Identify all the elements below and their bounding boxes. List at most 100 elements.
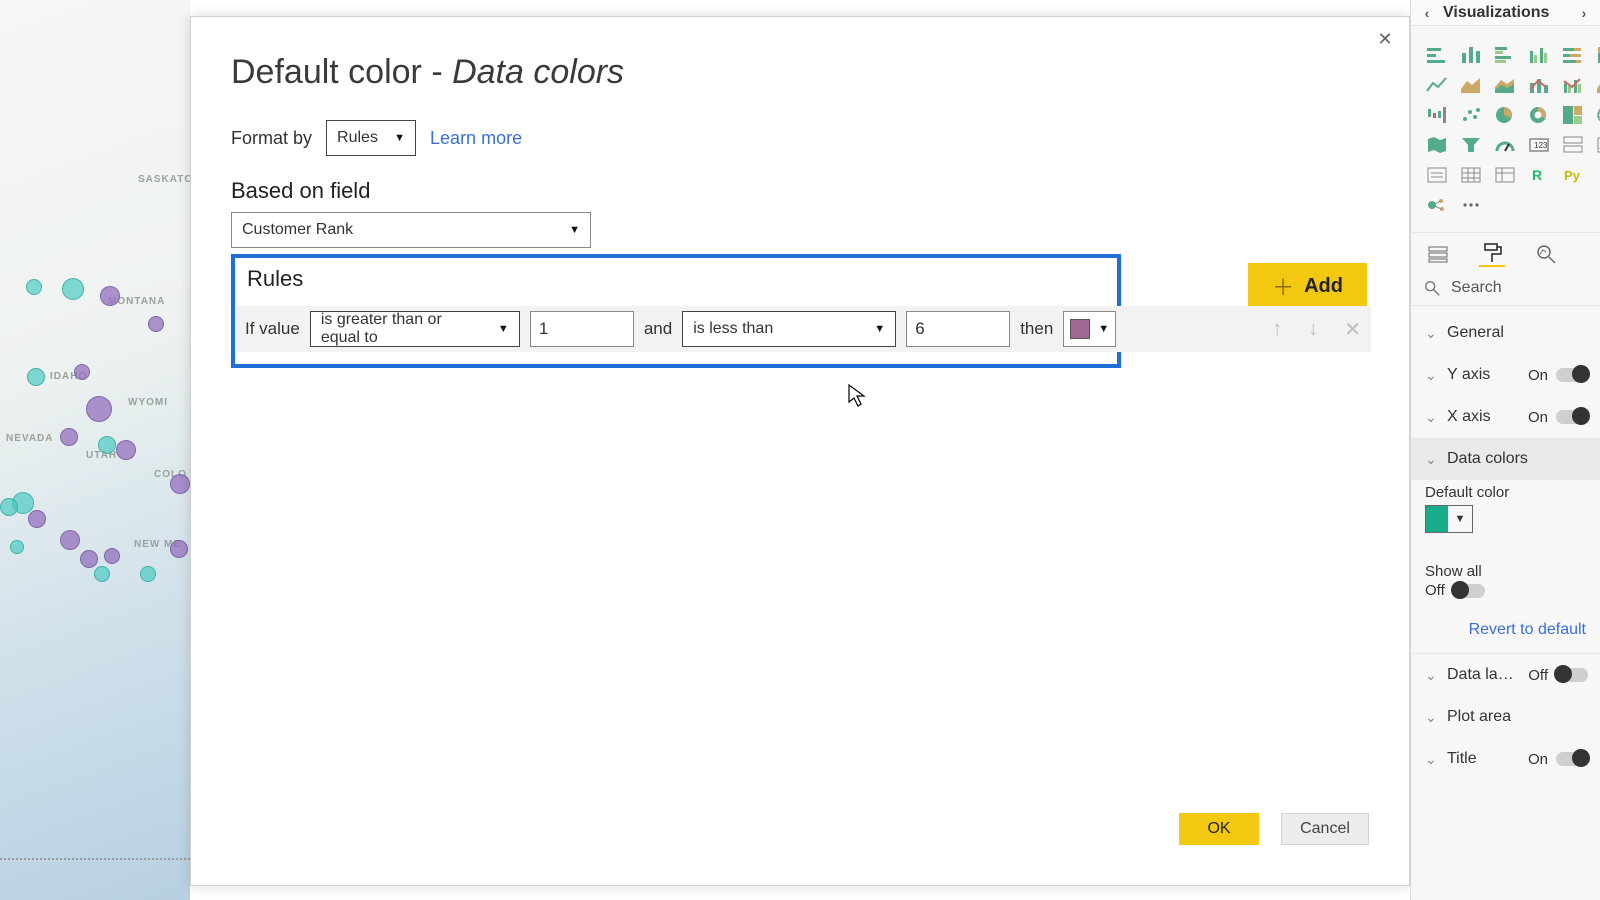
dialog-title: Default color - Data colors — [231, 53, 1369, 92]
viz-stacked-area-icon[interactable] — [1493, 74, 1517, 96]
viz-100-stacked-column-icon[interactable] — [1595, 44, 1600, 66]
format-item-y-axis[interactable]: ⌄ Y axis On — [1411, 354, 1600, 396]
viz-card-icon[interactable]: 123 — [1527, 134, 1551, 156]
viz-100-stacked-bar-icon[interactable] — [1561, 44, 1585, 66]
mouse-cursor-icon — [848, 384, 868, 408]
format-item-x-axis[interactable]: ⌄ X axis On — [1411, 396, 1600, 438]
conditional-formatting-dialog: ✕ Default color - Data colors Format by … — [190, 16, 1410, 886]
analytics-magnifier-icon[interactable] — [1533, 241, 1559, 267]
toggle-data-labels[interactable]: Off — [1528, 667, 1588, 684]
viz-line-stacked-column-icon[interactable] — [1527, 74, 1551, 96]
viz-kpi-icon[interactable] — [1595, 134, 1600, 156]
viz-line-clustered-column-icon[interactable] — [1561, 74, 1585, 96]
learn-more-link[interactable]: Learn more — [430, 128, 522, 149]
viz-map-icon[interactable] — [1595, 104, 1600, 126]
and-label: and — [644, 319, 672, 339]
ok-button[interactable]: OK — [1179, 813, 1259, 845]
viz-matrix-icon[interactable] — [1493, 164, 1517, 186]
rule-operator-2[interactable]: is less than▼ — [682, 311, 896, 347]
viz-area-icon[interactable] — [1459, 74, 1483, 96]
toggle-title[interactable]: On — [1528, 751, 1588, 768]
cancel-button[interactable]: Cancel — [1281, 813, 1369, 845]
default-color-picker[interactable]: ▼ — [1411, 505, 1600, 545]
if-value-label: If value — [245, 319, 300, 339]
rule-value-1[interactable]: 1 — [530, 311, 634, 347]
viz-python-icon[interactable]: Py — [1561, 164, 1585, 186]
viz-gauge-icon[interactable] — [1493, 134, 1517, 156]
viz-waterfall-icon[interactable] — [1425, 104, 1449, 126]
viz-pie-icon[interactable] — [1493, 104, 1517, 126]
chevron-down-icon: ⌄ — [1425, 409, 1439, 426]
viz-scatter-icon[interactable] — [1459, 104, 1483, 126]
pane-tool-row — [1411, 232, 1600, 273]
toggle-y-axis[interactable]: On — [1528, 367, 1588, 384]
map-label: WYOMI — [128, 397, 168, 408]
format-item-plot-area[interactable]: ⌄ Plot area — [1411, 696, 1600, 738]
toggle-x-axis[interactable]: On — [1528, 409, 1588, 426]
toggle-show-all[interactable]: Off — [1425, 582, 1485, 599]
viz-slicer-icon[interactable] — [1425, 164, 1449, 186]
viz-filled-map-icon[interactable] — [1425, 134, 1449, 156]
visualizations-pane: ‹ Visualizations › 123 — [1410, 0, 1600, 900]
viz-ribbon-icon[interactable] — [1595, 74, 1600, 96]
viz-clustered-column-icon[interactable] — [1527, 44, 1551, 66]
format-item-data-labels[interactable]: ⌄ Data labels Off — [1411, 654, 1600, 696]
format-item-title[interactable]: ⌄ Title On — [1411, 738, 1600, 780]
viz-stacked-column-icon[interactable] — [1459, 44, 1483, 66]
viz-r-script-icon[interactable]: R — [1527, 164, 1551, 186]
viz-table-icon[interactable] — [1459, 164, 1483, 186]
format-search[interactable]: Search — [1411, 273, 1600, 306]
chevron-down-icon: ⌄ — [1425, 709, 1439, 726]
rule-color-swatch — [1070, 319, 1090, 339]
format-item-show-all[interactable]: Off — [1411, 582, 1600, 611]
viz-funnel-icon[interactable] — [1459, 134, 1483, 156]
viz-treemap-icon[interactable] — [1561, 104, 1585, 126]
move-down-icon[interactable]: ↓ — [1308, 318, 1318, 341]
format-item-data-colors[interactable]: ⌄ Data colors — [1411, 438, 1600, 480]
plus-icon: ＋ — [1272, 270, 1294, 302]
rules-heading: Rules — [243, 262, 1109, 306]
format-roller-icon[interactable] — [1479, 241, 1505, 267]
chevron-left-icon[interactable]: ‹ — [1419, 5, 1435, 21]
rule-row: If value is greater than or equal to▼ 1 … — [235, 306, 1371, 352]
viz-stacked-bar-icon[interactable] — [1425, 44, 1449, 66]
delete-rule-icon[interactable]: ✕ — [1344, 317, 1361, 342]
svg-text:123: 123 — [1534, 141, 1548, 150]
rules-section-highlight: Rules If value is greater than or equal … — [231, 254, 1121, 368]
viz-multi-row-card-icon[interactable] — [1561, 134, 1585, 156]
viz-donut-icon[interactable] — [1527, 104, 1551, 126]
viz-line-icon[interactable] — [1425, 74, 1449, 96]
rule-value-2[interactable]: 6 — [906, 311, 1010, 347]
search-label: Search — [1451, 279, 1502, 297]
rule-color-picker[interactable]: ▼ — [1063, 311, 1116, 347]
map-label: NEVADA — [6, 433, 53, 444]
fields-well-icon[interactable] — [1425, 241, 1451, 267]
chevron-down-icon: ⌄ — [1425, 667, 1439, 684]
format-item-default-color: Default color — [1411, 480, 1600, 505]
chevron-down-icon: ⌄ — [1425, 367, 1439, 384]
rule-operator-1[interactable]: is greater than or equal to▼ — [310, 311, 520, 347]
visualizations-title: Visualizations — [1443, 4, 1549, 22]
format-item-show-all-label: Show all — [1411, 545, 1600, 582]
add-rule-button[interactable]: ＋ Add — [1248, 263, 1367, 309]
svg-text:Py: Py — [1564, 168, 1581, 183]
format-pane-list: ⌄ General ⌄ Y axis On ⌄ X axis On ⌄ Data… — [1411, 306, 1600, 780]
viz-key-influencers-icon[interactable] — [1425, 194, 1449, 216]
then-label: then — [1020, 319, 1053, 339]
move-up-icon[interactable]: ↑ — [1272, 318, 1282, 341]
format-item-general[interactable]: ⌄ General — [1411, 312, 1600, 354]
map-canvas: SASKATCH MONTANA IDAHO WYOMI NEVADA UTAH… — [0, 0, 190, 900]
viz-clustered-bar-icon[interactable] — [1493, 44, 1517, 66]
map-label: SASKATCH — [138, 174, 190, 185]
format-by-label: Format by — [231, 128, 312, 149]
format-by-select[interactable]: Rules▼ — [326, 120, 416, 156]
visualization-type-grid: 123 R Py — [1411, 26, 1600, 226]
chevron-right-icon[interactable]: › — [1576, 5, 1592, 21]
revert-to-default-link[interactable]: Revert to default — [1411, 611, 1600, 654]
based-on-field-label: Based on field — [231, 178, 1369, 204]
default-color-swatch — [1426, 506, 1448, 532]
based-on-field-select[interactable]: Customer Rank▼ — [231, 212, 591, 248]
chevron-down-icon: ⌄ — [1425, 451, 1439, 468]
viz-more-icon[interactable] — [1459, 194, 1483, 216]
chevron-down-icon: ▼ — [1448, 506, 1472, 532]
